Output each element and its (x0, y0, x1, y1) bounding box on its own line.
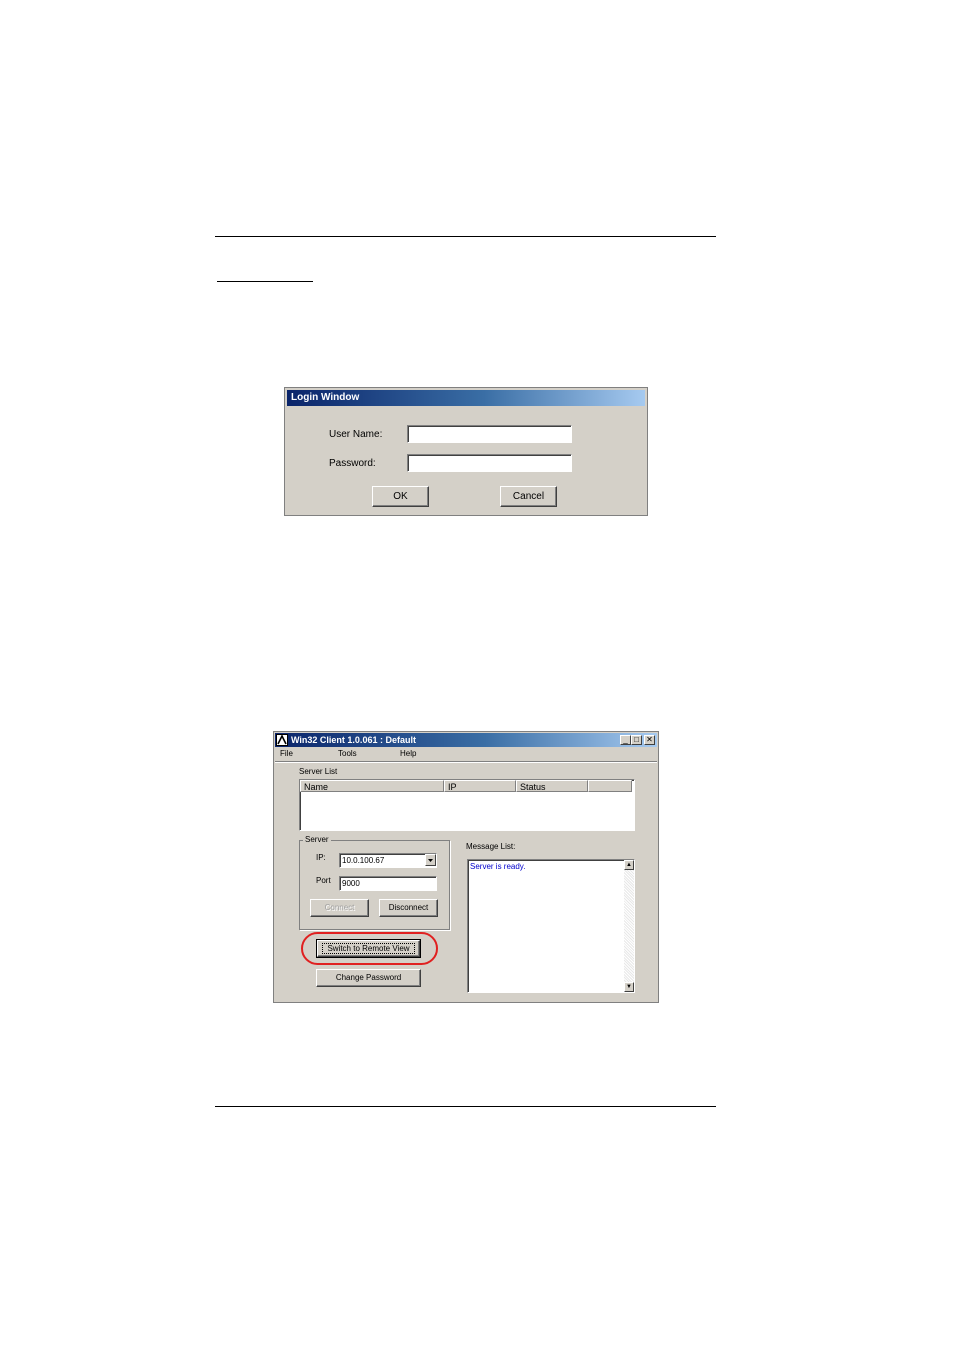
change-password-label: Change Password (335, 973, 402, 982)
ip-value: 10.0.100.67 (342, 856, 385, 865)
scroll-down-icon[interactable]: ▼ (624, 982, 634, 992)
port-label: Port (316, 876, 331, 885)
disconnect-button[interactable]: Disconnect (379, 899, 438, 917)
cancel-button[interactable]: Cancel (500, 486, 557, 507)
client-window-title: Win32 Client 1.0.061 : Default (291, 735, 416, 745)
menu-separator (275, 761, 657, 763)
disconnect-button-label: Disconnect (388, 903, 429, 912)
username-field[interactable] (407, 425, 572, 443)
connect-button-label: Connect (324, 903, 355, 912)
login-window: Login Window User Name: Password: OK Can… (284, 387, 648, 516)
server-list[interactable]: Name IP Status (299, 779, 635, 831)
column-header-status[interactable]: Status (516, 780, 588, 792)
column-header-ip[interactable]: IP (444, 780, 516, 792)
client-window: Win32 Client 1.0.061 : Default _ □ ✕ Fil… (273, 731, 659, 1003)
app-logo-icon (276, 734, 288, 746)
server-group-legend: Server (303, 835, 331, 844)
chevron-down-icon[interactable] (425, 854, 436, 866)
password-field[interactable] (407, 454, 572, 472)
change-password-button[interactable]: Change Password (316, 969, 421, 987)
port-value: 9000 (342, 879, 360, 888)
section-underline (217, 281, 313, 282)
scroll-up-icon[interactable]: ▲ (624, 860, 634, 870)
port-field[interactable]: 9000 (339, 876, 437, 891)
cancel-button-label: Cancel (512, 491, 545, 502)
close-icon[interactable]: ✕ (644, 735, 655, 745)
ip-select[interactable]: 10.0.100.67 (339, 853, 437, 868)
top-rule (215, 236, 716, 237)
column-header-name[interactable]: Name (300, 780, 444, 792)
ok-button[interactable]: OK (372, 486, 429, 507)
menu-file[interactable]: File (280, 749, 293, 758)
username-label: User Name: (329, 429, 383, 440)
menu-help[interactable]: Help (400, 749, 416, 758)
message-list[interactable]: Server is ready. ▲ ▼ (467, 859, 635, 993)
maximize-icon[interactable]: □ (631, 735, 642, 745)
client-window-titlebar[interactable]: Win32 Client 1.0.061 : Default (275, 733, 657, 747)
minimize-icon[interactable]: _ (620, 735, 631, 745)
ok-button-label: OK (393, 491, 408, 502)
bottom-rule (215, 1106, 716, 1107)
ip-label: IP: (316, 853, 326, 862)
login-window-title: Login Window (287, 390, 645, 406)
message-line: Server is ready. (470, 862, 526, 871)
password-label: Password: (329, 458, 376, 469)
highlight-oval (301, 932, 438, 965)
menu-tools[interactable]: Tools (338, 749, 357, 758)
column-header-blank (588, 780, 632, 792)
message-list-label: Message List: (466, 842, 516, 851)
message-list-scrollbar[interactable]: ▲ ▼ (624, 860, 634, 992)
server-list-label: Server List (299, 767, 338, 776)
connect-button[interactable]: Connect (310, 899, 369, 917)
